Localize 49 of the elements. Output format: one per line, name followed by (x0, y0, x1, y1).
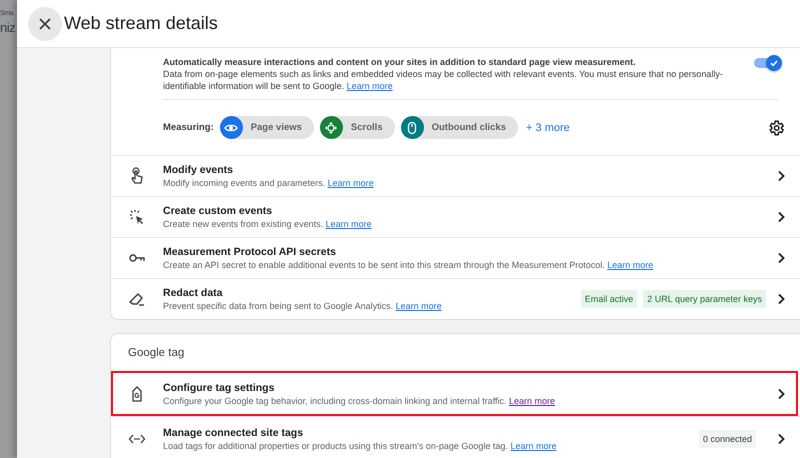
row-description: Create new events from existing events. Learn more (163, 218, 373, 230)
settings-row[interactable]: Measurement Protocol API secrets Create an API secret to enable additional events to be sent into this stream through the Measurement Protocol. Learn more (111, 237, 800, 278)
measurement-chip[interactable]: Scrolls (320, 116, 395, 139)
cursor-click-icon (128, 208, 146, 226)
more-link[interactable]: + 3 more (526, 122, 570, 134)
learn-more-link[interactable]: Learn more (328, 178, 374, 188)
measurement-chip[interactable]: Page views (220, 116, 314, 139)
row-description: Prevent specific data from being sent to Google Analytics. Learn more (163, 300, 443, 312)
learn-more-link[interactable]: Learn more (509, 396, 556, 406)
settings-row[interactable]: Configure tag settings Configure your Google tag behavior, including cross-domain linking and internal traffic. Learn more (111, 371, 798, 416)
settings-row[interactable]: Create custom events Create new events from existing events. Learn more (111, 196, 800, 237)
chevron-right-icon (776, 211, 786, 223)
settings-icon[interactable] (767, 118, 785, 136)
learn-more-link[interactable]: Learn more (326, 218, 372, 228)
chevron-right-icon (776, 252, 786, 264)
background-text: niz (0, 20, 16, 35)
learn-more-link[interactable]: Learn more (396, 300, 442, 310)
settings-row[interactable]: Manage connected site tags Load tags for additional properties or products using this stream's on-page Google tag. Learn more 0 connected (111, 416, 800, 458)
row-title: Measurement Protocol API secrets (163, 244, 337, 258)
close-icon (38, 16, 52, 30)
window-title: Web stream details (64, 13, 218, 34)
chevron-right-icon (776, 170, 786, 182)
checkmark-icon (769, 58, 779, 68)
row-title: Configure tag settings (163, 380, 276, 394)
measuring-label: Measuring: (163, 122, 214, 133)
status-badge: Email active (580, 290, 638, 308)
section-description: Data from on-page elements such as links and embedded videos may be collected with relevant events. You must ensure that no personally-identifiable information will be sent to Google. Learn more (163, 68, 723, 92)
row-description: Modify incoming events and parameters. Learn more (163, 176, 375, 190)
learn-more-link[interactable]: Learn more (510, 440, 556, 450)
row-title: Redact data (163, 286, 224, 300)
row-description: Create an API secret to enable additional events to be sent into this stream through the Measurement Protocol. Learn more (163, 258, 654, 272)
learn-more-link[interactable]: Learn more (346, 81, 393, 91)
chevron-right-icon (776, 388, 786, 400)
chevron-right-icon (776, 433, 786, 445)
learn-more-link[interactable]: Learn more (607, 260, 654, 270)
close-button[interactable] (28, 6, 62, 40)
row-title: Modify events (163, 162, 234, 176)
measurement-chip[interactable]: Outbound clicks (400, 116, 518, 139)
row-title: Create custom events (163, 204, 274, 218)
settings-row[interactable]: Modify events Modify incoming events and parameters. Learn more (111, 155, 800, 196)
status-badge: 2 URL query parameter keys (643, 290, 766, 308)
section-heading: Google tag (127, 346, 186, 360)
row-title: Manage connected site tags (163, 426, 304, 440)
connected-count: 0 connected (698, 430, 756, 448)
row-description: Load tags for additional properties or products using this stream's on-page Google tag. Learn more (163, 440, 558, 452)
chevron-right-icon (776, 293, 786, 305)
section-description: Automatically measure interactions and content on your sites in addition to standard page view measurement. (163, 56, 637, 68)
row-description: Configure your Google tag behavior, including cross-domain linking and internal traffic. Learn more (163, 394, 556, 408)
settings-row[interactable]: Redact data Prevent specific data from being sent to Google Analytics. Learn more Email active 2 URL query parameter keys (111, 278, 800, 319)
